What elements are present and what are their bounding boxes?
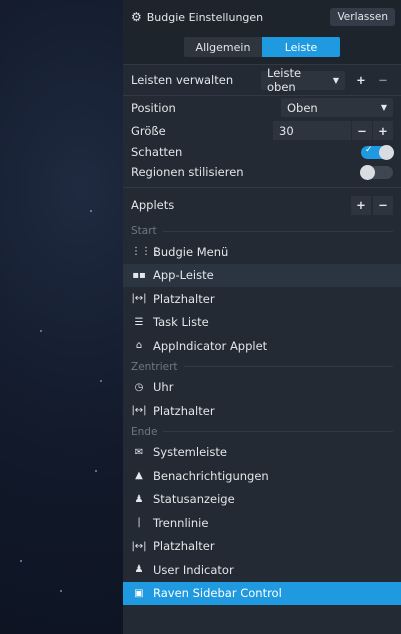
user-icon: ♟ [134,564,144,576]
list-icon: ☰ [134,316,144,328]
clock-icon: ◷ [134,381,144,393]
size-stepper[interactable]: 30 − + [273,121,393,140]
size-increase-button[interactable]: + [373,121,393,140]
window-title: Budgie Einstellungen [146,10,264,24]
applet-label: AppIndicator Applet [153,338,268,353]
user-icon: ♟ [134,493,144,505]
sidebar-icon: ▣ [134,587,144,599]
taskbar-icon: ▪▪ [132,269,146,281]
quit-button[interactable]: Verlassen [330,8,395,26]
applet-item[interactable]: ♟ Statusanzeige [123,488,401,512]
panel-manage-row: Leisten verwalten Leiste oben ▼ + − [123,65,401,95]
applet-label: Benachrichtigungen [153,468,269,483]
home-icon: ⌂ [135,340,143,352]
spacer-icon: |↔| [131,405,147,417]
stylize-label: Regionen stilisieren [131,165,244,179]
applet-label: Budgie Menü [153,244,229,259]
shadow-label: Schatten [131,145,183,159]
size-value[interactable]: 30 [273,121,351,140]
separator-icon: | [137,517,141,529]
tab-general[interactable]: Allgemein [184,37,262,57]
size-label: Größe [131,123,166,138]
shadow-row: Schatten ✓ [123,142,401,162]
applet-label: Raven Sidebar Control [153,586,282,601]
section-header: Start [123,222,401,240]
applets-label: Applets [131,198,175,212]
applet-label: User Indicator [153,562,234,577]
add-panel-button[interactable]: + [351,71,371,90]
panel-select[interactable]: Leiste oben ▼ [261,66,345,94]
shadow-toggle[interactable]: ✓ [361,144,394,160]
add-applet-button[interactable]: + [351,195,371,215]
applet-label: Statusanzeige [153,492,235,507]
applet-item[interactable]: |↔| Platzhalter [123,287,401,311]
applet-label: Platzhalter [153,291,215,306]
position-select[interactable]: Oben ▼ [281,98,393,117]
desktop-background [0,0,123,634]
applets-header: Applets + − [123,188,401,222]
applet-item[interactable]: |↔| Platzhalter [123,399,401,423]
size-decrease-button[interactable]: − [352,121,372,140]
position-row: Position Oben ▼ [123,96,401,119]
applet-item[interactable]: ▣ Raven Sidebar Control [123,581,401,605]
gear-icon: ⚙ [131,10,142,24]
applet-item[interactable]: ⋮⋮⋮ Budgie Menü [123,240,401,264]
applet-list: Start ⋮⋮⋮ Budgie Menü ▪▪ App-Leiste |↔| Platzh… [123,222,401,605]
stylize-row: Regionen stilisieren [123,162,401,182]
applet-item[interactable]: ⌂ AppIndicator Applet [123,334,401,358]
spacer-icon: |↔| [131,293,147,305]
window-header: ⚙ Budgie Einstellungen Verlassen [123,0,401,34]
applet-item[interactable]: ☰ Task Liste [123,311,401,335]
tab-panel[interactable]: Leiste [262,37,340,57]
stylize-toggle[interactable] [360,164,393,180]
size-row: Größe 30 − + [123,119,401,142]
tray-icon: ✉ [134,446,144,458]
position-label: Position [131,100,176,115]
applet-item[interactable]: ▪▪ App-Leiste [123,263,401,287]
applet-label: Trennlinie [153,515,209,530]
applet-label: Task Liste [153,315,209,330]
remove-applet-button[interactable]: − [373,195,393,215]
applet-label: Platzhalter [153,403,215,418]
remove-panel-button[interactable]: − [373,71,393,90]
spacer-icon: |↔| [131,540,147,552]
applet-item[interactable]: |↔| Platzhalter [123,535,401,559]
applet-item[interactable]: ♟ User Indicator [123,558,401,582]
settings-window: ⚙ Budgie Einstellungen Verlassen Allgeme… [123,0,401,634]
bell-icon: ▲ [135,470,143,482]
section-header: Ende [123,423,401,441]
applet-item[interactable]: ✉ Systemleiste [123,441,401,465]
applet-label: Uhr [153,380,174,395]
tab-bar: Allgemein Leiste [123,34,401,64]
section-header: Zentriert [123,358,401,376]
grid-icon: ⋮⋮⋮ [131,246,161,258]
applet-label: Systemleiste [153,445,227,460]
applet-item[interactable]: ◷ Uhr [123,376,401,400]
manage-label: Leisten verwalten [131,73,234,87]
applet-item[interactable]: | Trennlinie [123,511,401,535]
applet-label: App-Leiste [153,268,214,283]
applet-item[interactable]: ▲ Benachrichtigungen [123,464,401,488]
chevron-down-icon: ▼ [380,103,387,112]
applet-label: Platzhalter [153,539,215,554]
